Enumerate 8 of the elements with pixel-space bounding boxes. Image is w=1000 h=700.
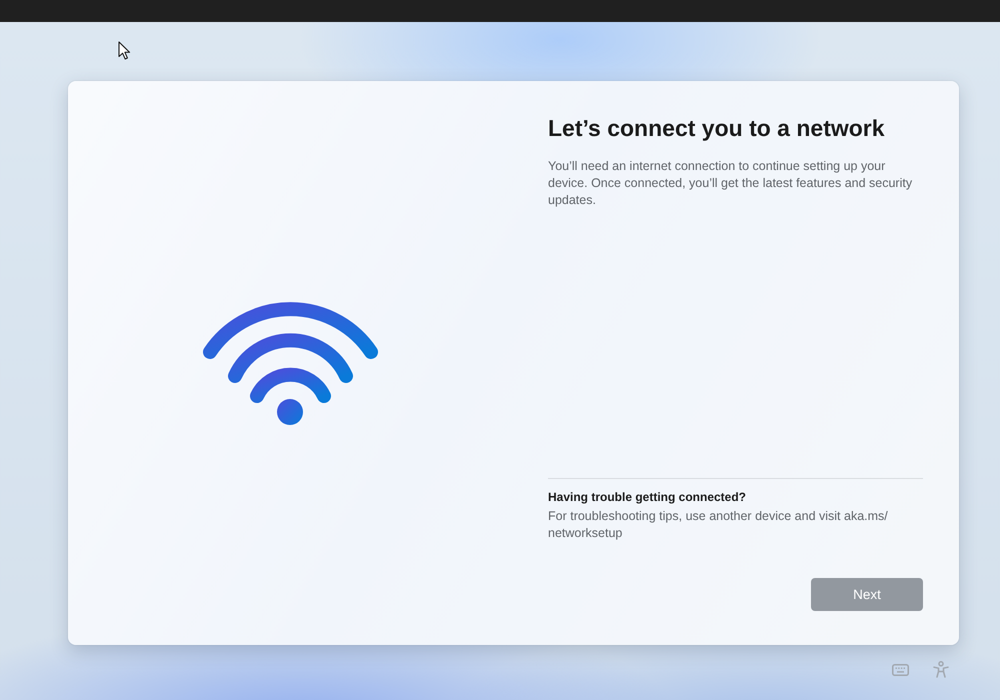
accessibility-icon[interactable] bbox=[933, 661, 949, 678]
help-text: For troubleshooting tips, use another device and visit aka.ms/networksetup bbox=[548, 508, 889, 542]
wifi-icon bbox=[202, 300, 378, 426]
page-title: Let’s connect you to a network bbox=[548, 114, 886, 143]
keyboard-icon[interactable] bbox=[892, 664, 909, 676]
help-heading: Having trouble getting connected? bbox=[548, 489, 746, 506]
cursor-icon bbox=[118, 41, 131, 60]
description-text: You’ll need an internet connection to continue setting up your device. Once connected, you’ll get the latest features and security updates. bbox=[548, 158, 914, 209]
